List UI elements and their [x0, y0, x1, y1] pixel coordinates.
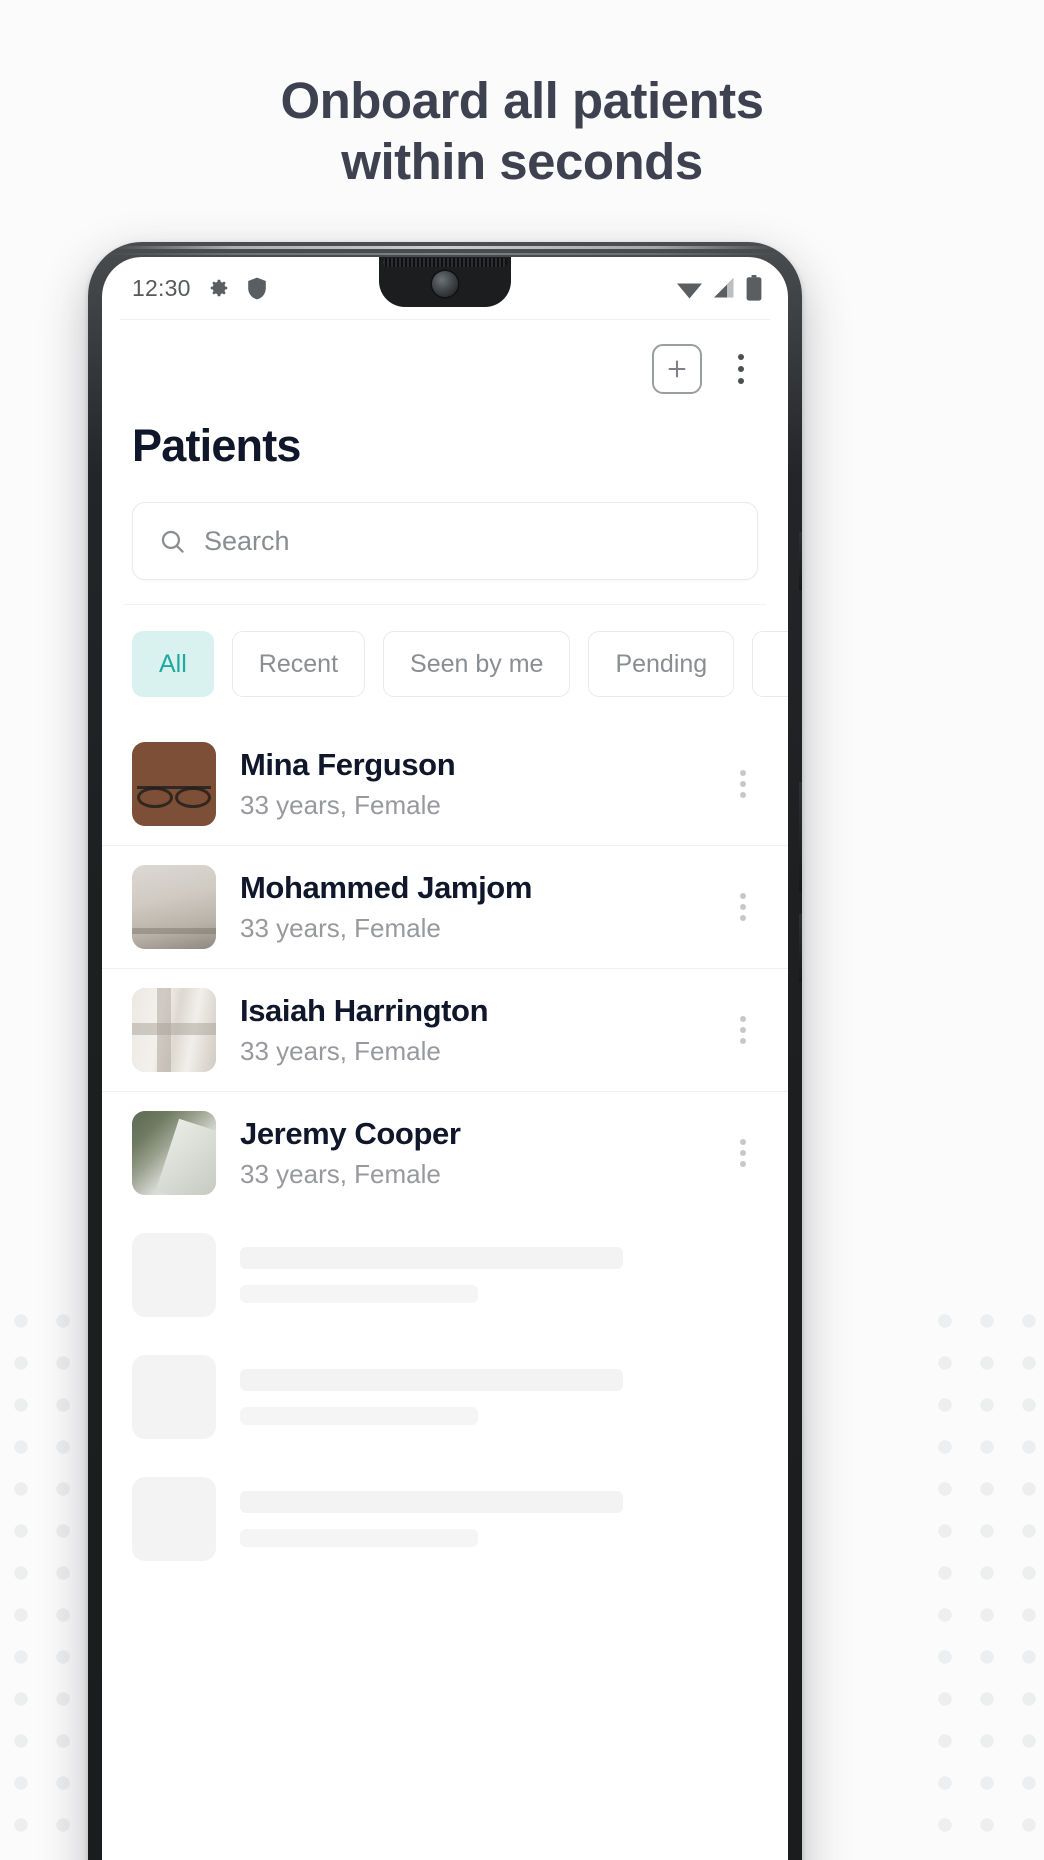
- overflow-dot: [740, 1016, 746, 1022]
- patient-row-overflow-button[interactable]: [728, 757, 758, 811]
- patient-list-item[interactable]: Jeremy Cooper 33 years, Female: [102, 1091, 788, 1214]
- phone-mockup: 12:30 Patients Search All Recent Seen by…: [88, 242, 802, 1860]
- status-bar-clock: 12:30: [132, 274, 191, 301]
- overflow-dot: [740, 1038, 746, 1044]
- status-bar-left: 12:30: [132, 275, 267, 302]
- avatar: [132, 742, 216, 826]
- patient-meta: 33 years, Female: [240, 789, 441, 820]
- avatar: [132, 865, 216, 949]
- add-patient-button[interactable]: [652, 344, 702, 394]
- signal-icon: [712, 277, 737, 299]
- avatar: [132, 1111, 216, 1195]
- phone-screen: 12:30 Patients Search All Recent Seen by…: [102, 257, 788, 1860]
- battery-icon: [746, 275, 762, 301]
- skeleton-avatar: [132, 1233, 216, 1317]
- patient-name: Isaiah Harrington: [240, 993, 489, 1029]
- wifi-icon: [676, 278, 703, 299]
- search-icon: [159, 528, 186, 555]
- avatar: [132, 988, 216, 1072]
- search-input[interactable]: Search: [132, 502, 758, 580]
- filter-chip-next[interactable]: [752, 631, 788, 697]
- overflow-dot: [737, 365, 745, 373]
- patient-name: Mohammed Jamjom: [240, 870, 533, 906]
- patient-meta: 33 years, Female: [240, 1158, 441, 1189]
- skeleton-text: [240, 1247, 758, 1303]
- overflow-dot: [740, 915, 746, 921]
- patient-info: Mina Ferguson 33 years, Female: [240, 747, 704, 821]
- search-section: Search: [102, 472, 788, 580]
- filter-chip-seen-by-me[interactable]: Seen by me: [383, 631, 571, 697]
- skeleton-list-item: [102, 1458, 788, 1580]
- patient-info: Isaiah Harrington 33 years, Female: [240, 993, 704, 1067]
- patient-row-overflow-button[interactable]: [728, 880, 758, 934]
- patient-meta: 33 years, Female: [240, 912, 441, 943]
- patient-name: Jeremy Cooper: [240, 1116, 461, 1152]
- filter-chip-row[interactable]: All Recent Seen by me Pending: [102, 605, 788, 723]
- patient-list-item[interactable]: Mina Ferguson 33 years, Female: [102, 723, 788, 845]
- overflow-dot: [740, 893, 746, 899]
- shield-icon: [247, 277, 267, 300]
- skeleton-avatar: [132, 1355, 216, 1439]
- filter-chip-all[interactable]: All: [132, 631, 214, 697]
- patient-info: Jeremy Cooper 33 years, Female: [240, 1116, 704, 1190]
- front-camera-icon: [432, 271, 458, 297]
- overflow-menu-button[interactable]: [724, 344, 758, 394]
- skeleton-list-item: [102, 1214, 788, 1336]
- skeleton-text: [240, 1491, 758, 1547]
- overflow-dot: [737, 377, 745, 385]
- patient-name: Mina Ferguson: [240, 747, 456, 783]
- phone-power-button: [799, 914, 802, 982]
- patient-meta: 33 years, Female: [240, 1035, 441, 1066]
- filter-chip-recent[interactable]: Recent: [231, 631, 366, 697]
- skeleton-avatar: [132, 1477, 216, 1561]
- earpiece-speaker: [383, 258, 507, 267]
- patient-row-overflow-button[interactable]: [728, 1003, 758, 1057]
- overflow-dot: [737, 353, 745, 361]
- app-bar: [102, 320, 788, 406]
- overflow-dot: [740, 1139, 746, 1145]
- plus-icon: [668, 360, 686, 378]
- patient-row-overflow-button[interactable]: [728, 1126, 758, 1180]
- promo-headline-line-2: within seconds: [341, 133, 703, 191]
- overflow-dot: [740, 1150, 746, 1156]
- overflow-dot: [740, 904, 746, 910]
- patient-list-item[interactable]: Isaiah Harrington 33 years, Female: [102, 968, 788, 1091]
- gear-icon: [208, 277, 230, 299]
- patient-list: Mina Ferguson 33 years, Female Mohammed …: [102, 723, 788, 1580]
- filter-chip-pending[interactable]: Pending: [588, 631, 735, 697]
- decorative-dot-grid-right: [924, 1300, 1044, 1860]
- page-title: Patients: [132, 420, 301, 471]
- overflow-dot: [740, 781, 746, 787]
- promo-headline-line-1: Onboard all patients: [280, 72, 764, 129]
- patient-list-item[interactable]: Mohammed Jamjom 33 years, Female: [102, 845, 788, 968]
- content-fade-overlay: [102, 1752, 788, 1860]
- overflow-dot: [740, 1161, 746, 1167]
- phone-volume-button: [799, 782, 802, 892]
- promo-headline: Onboard all patients within seconds: [0, 70, 1044, 192]
- overflow-dot: [740, 1027, 746, 1033]
- patient-info: Mohammed Jamjom 33 years, Female: [240, 870, 704, 944]
- skeleton-text: [240, 1369, 758, 1425]
- overflow-dot: [740, 770, 746, 776]
- search-placeholder: Search: [204, 525, 290, 556]
- phone-side-button-top: [799, 532, 802, 590]
- overflow-dot: [740, 792, 746, 798]
- skeleton-list-item: [102, 1336, 788, 1458]
- status-bar-right: [676, 275, 762, 301]
